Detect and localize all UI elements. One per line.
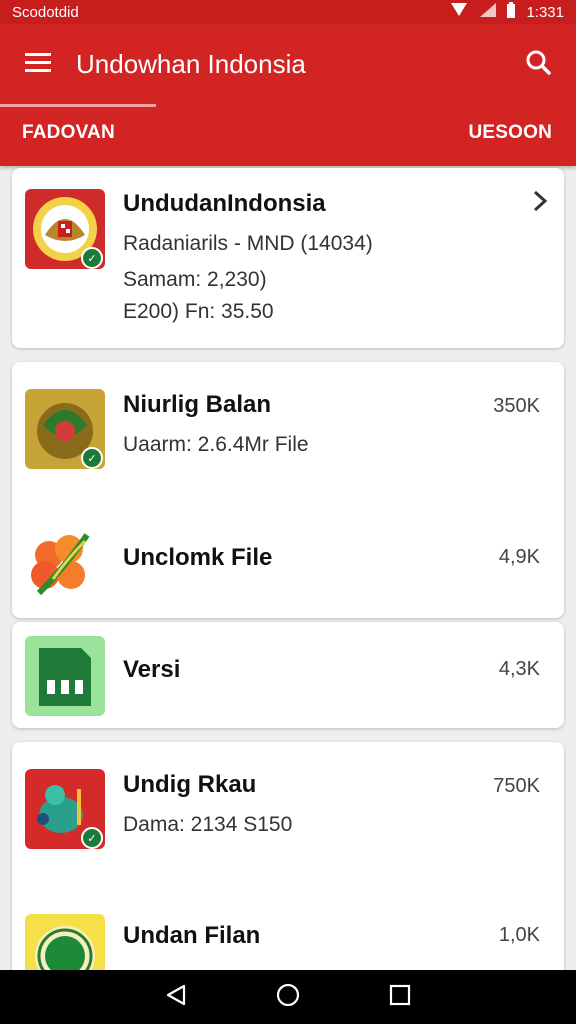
item-name: Niurlig Balan: [123, 391, 272, 418]
featured-app-name: UndudanIndonsia: [123, 190, 326, 217]
wifi-icon: [478, 3, 497, 21]
verified-badge-icon: ✓: [81, 447, 103, 469]
featured-line-3: E200) Fn: 35.50: [123, 300, 274, 323]
app-bar: Undowhan Indonsia: [0, 24, 576, 104]
item-meta: Uaarm: 2.6.4Mr File: [123, 433, 309, 456]
item-count: 350K: [493, 395, 540, 417]
status-time: 1:331: [526, 3, 564, 21]
menu-button[interactable]: [0, 24, 76, 104]
item-count: 1,0K: [498, 924, 540, 946]
list-item[interactable]: Versi 4,3K: [12, 622, 564, 728]
featured-card[interactable]: ✓ UndudanIndonsia Radaniarils - MND (140…: [12, 168, 564, 348]
search-icon: [525, 49, 551, 80]
active-tab-indicator: [0, 104, 156, 107]
tab-bar: FADOVAN UESOON: [0, 104, 576, 166]
item-name: Unclomk File: [123, 544, 273, 571]
page-title: Undowhan Indonsia: [76, 48, 306, 79]
verified-badge-icon: ✓: [81, 827, 103, 849]
chevron-right-icon[interactable]: [532, 188, 548, 220]
list-card: ✓ Niurlig Balan Uaarm: 2.6.4Mr File 350K…: [12, 362, 564, 618]
tab-uesoon[interactable]: UESOON: [468, 122, 552, 144]
battery-icon: [506, 2, 516, 22]
item-count: 4,9K: [498, 546, 540, 568]
status-left-text: Scodotdid: [12, 3, 79, 21]
back-triangle-icon[interactable]: [164, 983, 188, 1012]
home-circle-icon[interactable]: [275, 982, 301, 1013]
system-nav-bar: [0, 970, 576, 1024]
recents-square-icon[interactable]: [388, 983, 412, 1012]
item-meta: Dama: 2134 S150: [123, 813, 293, 836]
featured-line-1: Radaniarils - MND (14034): [123, 232, 373, 255]
status-bar: Scodotdid 1:331: [0, 0, 576, 24]
verified-badge-icon: ✓: [81, 247, 103, 269]
status-icons: 1:331: [450, 2, 564, 22]
list-card: ✓ Undig Rkau Dama: 2134 S150 750K Undan …: [12, 742, 564, 1002]
document-icon: [25, 636, 105, 716]
tab-fadovan[interactable]: FADOVAN: [22, 122, 115, 144]
item-count: 750K: [493, 775, 540, 797]
signal-icon: [450, 3, 468, 21]
item-name: Undan Filan: [123, 922, 261, 949]
featured-line-2: Samam: 2,230): [123, 268, 267, 291]
search-button[interactable]: [500, 24, 576, 104]
item-name: Versi: [123, 656, 181, 683]
item-count: 4,3K: [498, 658, 540, 680]
leaf-flower-icon: [25, 527, 105, 607]
item-name: Undig Rkau: [123, 771, 257, 798]
hamburger-icon: [24, 51, 52, 78]
